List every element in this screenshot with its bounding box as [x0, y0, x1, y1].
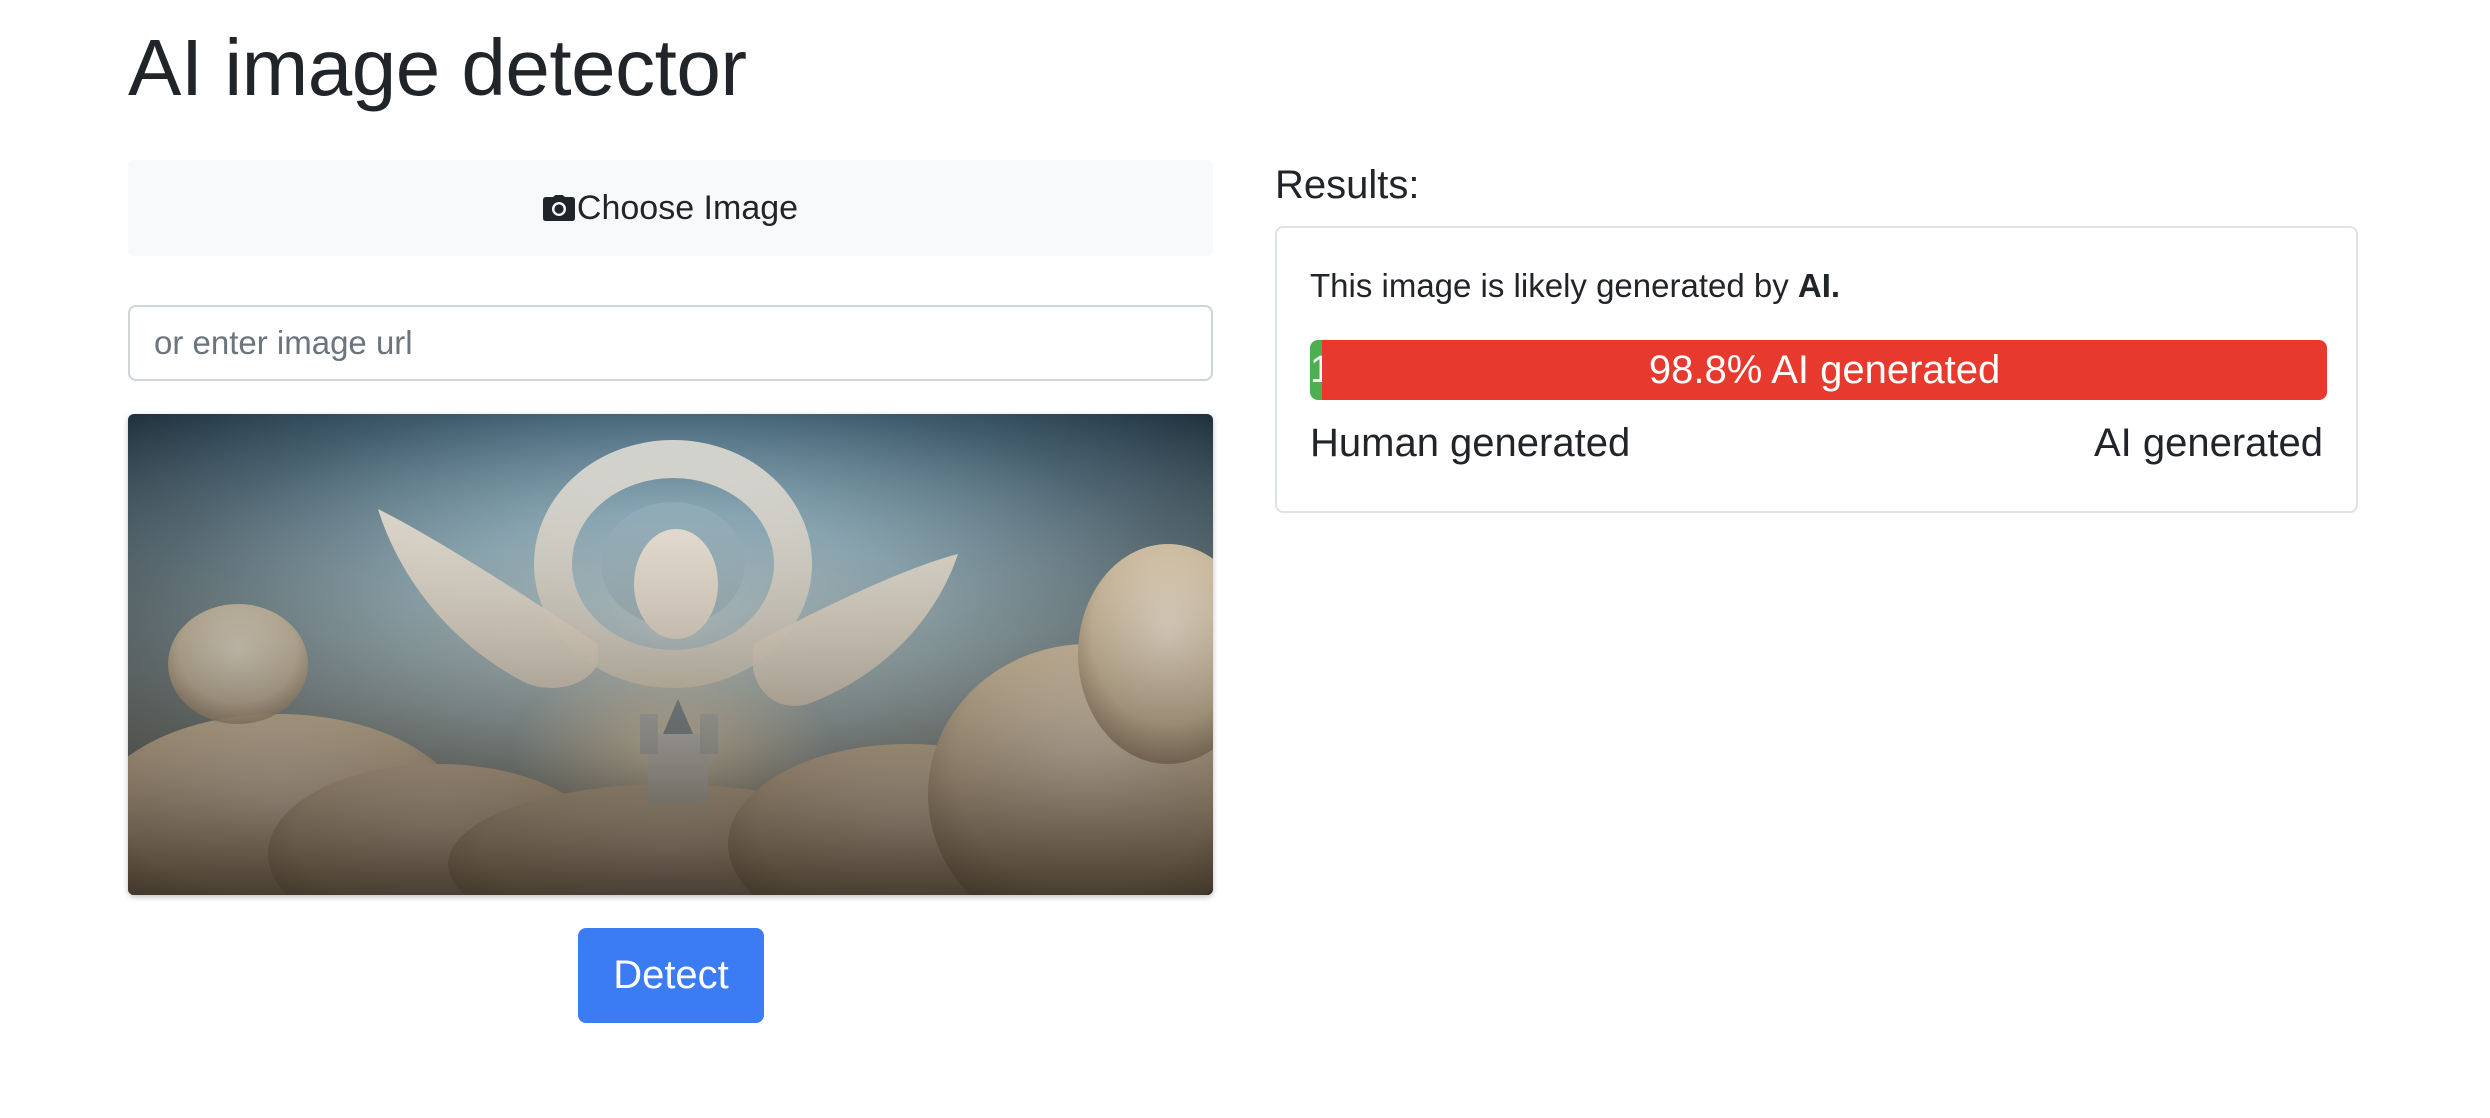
human-bar-label: 1 [1310, 349, 1323, 391]
ai-bar-segment: 98.8% AI generated [1322, 340, 2327, 400]
ai-probability-bar: 1 98.8% AI generated [1310, 340, 2327, 400]
verdict-text: This image is likely generated by AI. [1310, 266, 1840, 306]
human-bar-segment: 1 [1310, 340, 1323, 400]
ai-bar-label: 98.8% AI generated [1648, 348, 2001, 392]
image-preview [128, 414, 1213, 895]
page: AI image detector Choose Image or enter … [0, 0, 2490, 1118]
choose-image-label: Choose Image [576, 188, 799, 227]
preview-image [128, 414, 1213, 895]
choose-image-button[interactable]: Choose Image [128, 160, 1213, 256]
detect-button[interactable]: Detect [578, 928, 764, 1023]
scale-label-human: Human generated [1310, 421, 1631, 465]
image-url-input[interactable] [128, 305, 1213, 381]
verdict-label: AI. [1797, 267, 1841, 304]
results-heading: Results: [1275, 163, 1420, 207]
verdict-prefix: This image is likely generated by [1310, 267, 1798, 304]
results-card: This image is likely generated by AI. 1 … [1275, 226, 2358, 513]
scale-label-ai: AI generated [2093, 421, 2323, 465]
page-title: AI image detector [128, 23, 747, 112]
camera-icon [542, 195, 575, 221]
